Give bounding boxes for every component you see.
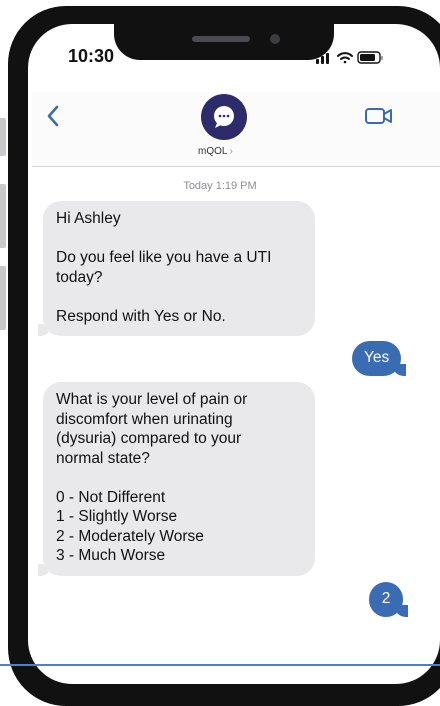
message-bubble-incoming: Hi Ashley Do you feel like you have a UT… [38, 201, 315, 336]
message-line: 3 - Much Worse [56, 547, 166, 564]
status-bar-icons [316, 51, 383, 64]
back-button[interactable] [46, 104, 60, 133]
message-line [56, 468, 301, 488]
message-line [56, 287, 301, 307]
message-timestamp: Today 1:19 PM [183, 180, 257, 192]
message-line: Yes [364, 349, 390, 366]
status-icons [308, 49, 388, 65]
message-line: (dysuria) compared to your [56, 430, 242, 447]
status-time: 10:30 [68, 46, 115, 66]
message-line: today? [56, 268, 103, 286]
chat-bubble-icon [214, 106, 234, 128]
battery-icon [357, 51, 383, 64]
message-line [56, 229, 301, 249]
mute-switch [0, 118, 6, 156]
video-camera-icon [365, 108, 392, 124]
message-line: 0 - Not Different [56, 488, 166, 506]
message-bubble-incoming: What is your level of pain or discomfort… [38, 382, 315, 576]
message-line: normal state? [56, 449, 150, 467]
volume-down-button [0, 266, 6, 330]
message-line: 2 - Moderately Worse [56, 527, 204, 545]
front-camera [270, 34, 280, 44]
message-line: discomfort when urinating [56, 410, 233, 428]
video-call-button[interactable] [364, 106, 394, 131]
message-bubble-outgoing: 2 [369, 582, 408, 617]
contact-avatar[interactable] [201, 94, 247, 140]
message-line: 2 [381, 590, 391, 607]
volume-up-button [0, 184, 6, 248]
message-line: What is your level of pain or [56, 391, 248, 408]
wifi-icon [337, 52, 353, 64]
message-line: Do you feel like you have a UTI [56, 249, 272, 266]
notch [114, 20, 334, 60]
contact-name: mQOL [198, 146, 228, 157]
chevron-left-icon [47, 105, 59, 127]
speaker-grille [192, 36, 250, 42]
message-line: Respond with Yes or No. [56, 307, 226, 325]
chevron-right-icon: › [229, 146, 233, 157]
signal-icon [316, 53, 329, 64]
message-line: Hi Ashley [56, 210, 121, 227]
message-line: 1 - Slightly Worse [56, 508, 178, 525]
message-bubble-outgoing: Yes [352, 341, 407, 376]
contact-name-button[interactable]: mQOL › [198, 146, 233, 157]
conversation-header: mQOL › [32, 92, 440, 167]
